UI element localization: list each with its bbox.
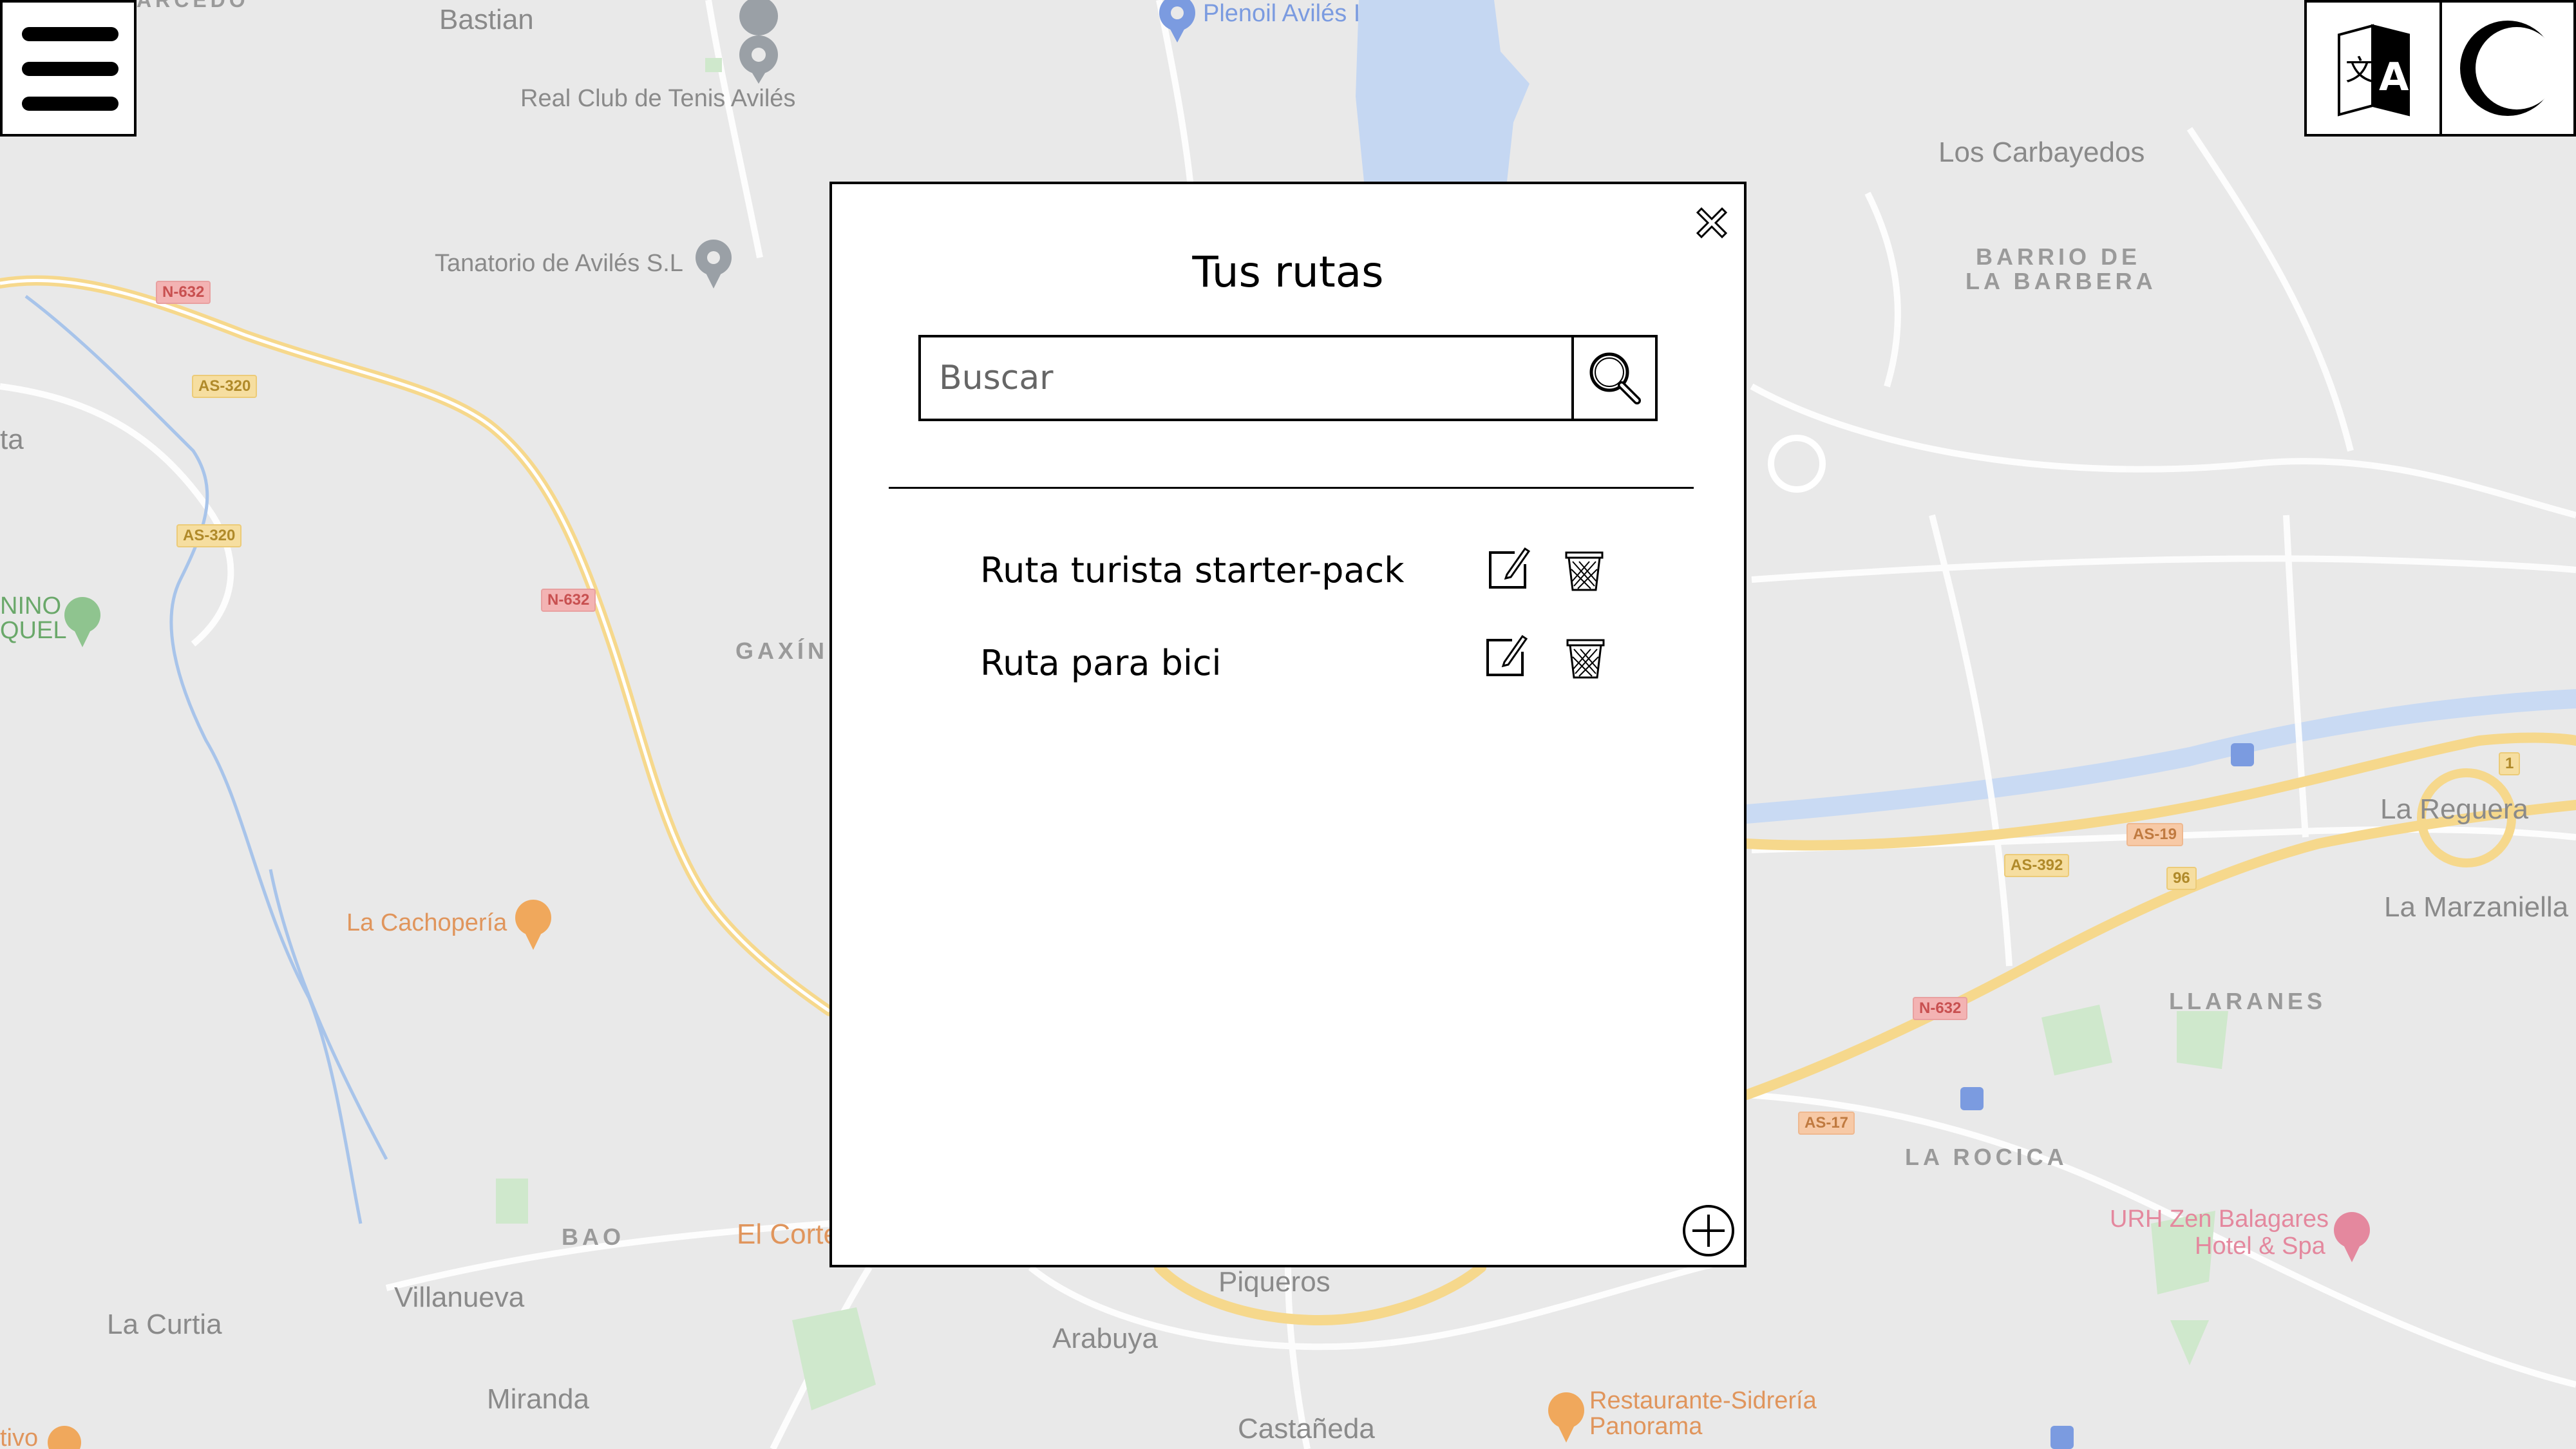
dark-mode-icon bbox=[2460, 21, 2558, 116]
routes-dialog: Tus rutas Ruta turista starter-pack bbox=[829, 182, 1747, 1267]
road-shield: 96 bbox=[2166, 867, 2197, 890]
add-route-button[interactable] bbox=[1681, 1203, 1736, 1258]
search-button[interactable] bbox=[1571, 337, 1655, 419]
search-input[interactable] bbox=[921, 337, 1574, 419]
app-screen: Bastian Real Club de Tenis Avilés Plenoi… bbox=[0, 0, 2576, 1449]
map-label-restaurante-2: Panorama bbox=[1589, 1413, 1703, 1440]
search-icon bbox=[1589, 352, 1641, 404]
map-label-castaneda: Castañeda bbox=[1238, 1413, 1375, 1444]
road-shield: N-632 bbox=[156, 281, 211, 304]
map-label-real-club: Real Club de Tenis Avilés bbox=[520, 85, 796, 112]
search-bar bbox=[918, 335, 1658, 421]
map-label-la-rocica: LA ROCICA bbox=[1905, 1144, 2068, 1170]
route-list-item[interactable]: Ruta para bici bbox=[832, 629, 1744, 693]
map-label-llaranes: LLARANES bbox=[2169, 988, 2326, 1014]
svg-text:A: A bbox=[2379, 55, 2409, 100]
map-label-miranda: Miranda bbox=[487, 1383, 589, 1415]
map-label-gaxin: GAXÍN bbox=[735, 638, 829, 664]
map-label-tanatorio: Tanatorio de Avilés S.L bbox=[435, 250, 683, 277]
theme-toggle-button[interactable] bbox=[2439, 0, 2576, 137]
map-label-ninos-2: QUEL bbox=[0, 617, 67, 644]
map-label-plenoil: Plenoil Avilés I bbox=[1203, 0, 1361, 27]
close-button[interactable] bbox=[1692, 204, 1731, 242]
add-icon bbox=[1683, 1205, 1734, 1256]
map-label-bastian: Bastian bbox=[439, 4, 534, 35]
map-label-tivo: tivo bbox=[0, 1425, 39, 1449]
map-label-restaurante-1: Restaurante-Sidrería bbox=[1589, 1387, 1817, 1414]
divider bbox=[889, 487, 1694, 489]
route-list-item[interactable]: Ruta turista starter-pack bbox=[832, 544, 1744, 608]
edit-icon bbox=[1486, 634, 1528, 676]
map-label-la-reguera: La Reguera bbox=[2380, 793, 2528, 825]
translate-icon: 文 A bbox=[2338, 24, 2410, 117]
edit-route-button[interactable] bbox=[1481, 631, 1530, 680]
map-label-ninos-1: NINO bbox=[0, 592, 61, 620]
dialog-title: Tus rutas bbox=[1192, 247, 1384, 297]
road-shield: N-632 bbox=[541, 589, 596, 612]
map-label-la-cachoperia: La Cachopería bbox=[346, 909, 507, 936]
road-shield: AS-320 bbox=[192, 375, 258, 398]
map-label-villanueva: Villanueva bbox=[394, 1282, 525, 1313]
map-label-la-marzaniella: La Marzaniella bbox=[2384, 891, 2569, 923]
route-name: Ruta para bici bbox=[980, 643, 1222, 683]
map-label-urh-2: Hotel & Spa bbox=[2195, 1233, 2325, 1260]
map-label-el-corte: El Corte bbox=[737, 1218, 839, 1250]
map-label-arabuya: Arabuya bbox=[1052, 1323, 1158, 1354]
road-shield: AS-19 bbox=[2126, 823, 2184, 846]
map-label-barrio-1: BARRIO DE bbox=[1976, 243, 2141, 270]
close-icon bbox=[1696, 207, 1728, 239]
edit-icon bbox=[1489, 547, 1531, 589]
route-name: Ruta turista starter-pack bbox=[980, 550, 1405, 591]
svg-text:文: 文 bbox=[2345, 54, 2374, 87]
road-shield: AS-392 bbox=[2004, 854, 2070, 877]
map-label-bao: BAO bbox=[562, 1224, 625, 1250]
map-label-piqueros: Piqueros bbox=[1218, 1266, 1331, 1298]
map-label-la-curtia: La Curtia bbox=[107, 1309, 222, 1340]
language-button[interactable]: 文 A bbox=[2304, 0, 2442, 137]
map-label-arcedo: ARCEDO bbox=[137, 0, 249, 12]
menu-button[interactable] bbox=[0, 0, 137, 137]
map-label-los-carbayedos: Los Carbayedos bbox=[1938, 137, 2145, 168]
map-label-barrio-2: LA BARBERA bbox=[1965, 268, 2157, 294]
road-shield: AS-320 bbox=[176, 524, 242, 547]
road-shield: 1 bbox=[2499, 752, 2521, 775]
trash-icon bbox=[1565, 551, 1604, 591]
road-shield: AS-17 bbox=[1798, 1112, 1855, 1135]
map-label-urh-1: URH Zen Balagares bbox=[2110, 1206, 2329, 1233]
edit-route-button[interactable] bbox=[1484, 544, 1533, 592]
map-label-ta: ta bbox=[0, 424, 24, 455]
trash-icon bbox=[1566, 639, 1605, 679]
road-shield: N-632 bbox=[1913, 997, 1968, 1020]
delete-route-button[interactable] bbox=[1561, 544, 1607, 595]
delete-route-button[interactable] bbox=[1562, 631, 1609, 683]
